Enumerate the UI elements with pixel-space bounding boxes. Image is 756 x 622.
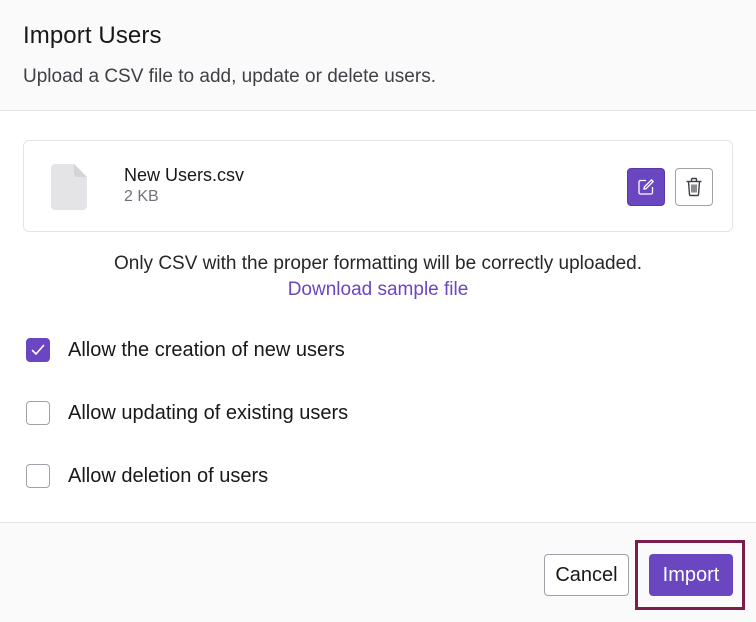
delete-file-button[interactable] <box>675 168 713 206</box>
edit-file-button[interactable] <box>627 168 665 206</box>
file-name: New Users.csv <box>124 165 245 185</box>
file-size: 2 KB <box>124 188 159 205</box>
download-sample-link[interactable]: Download sample file <box>0 279 756 301</box>
dialog-title: Import Users <box>23 22 162 49</box>
cancel-button[interactable]: Cancel <box>544 554 629 596</box>
checkmark-icon <box>31 344 45 355</box>
option-allow-deletion[interactable]: Allow deletion of users <box>26 463 268 489</box>
allow-deletion-checkbox[interactable] <box>26 464 50 488</box>
trash-icon <box>686 177 702 197</box>
edit-icon <box>638 179 654 195</box>
file-icon <box>51 164 87 210</box>
option-allow-updating[interactable]: Allow updating of existing users <box>26 400 348 426</box>
option-allow-creation[interactable]: Allow the creation of new users <box>26 337 345 363</box>
uploaded-file-card: New Users.csv 2 KB <box>23 140 733 232</box>
dialog-subtitle: Upload a CSV file to add, update or dele… <box>23 66 436 87</box>
dialog-header: Import Users Upload a CSV file to add, u… <box>0 0 756 111</box>
allow-creation-checkbox[interactable] <box>26 338 50 362</box>
dialog-footer: Cancel Import <box>0 522 756 622</box>
allow-deletion-label: Allow deletion of users <box>68 464 269 487</box>
allow-creation-label: Allow the creation of new users <box>68 338 345 361</box>
format-notice: Only CSV with the proper formatting will… <box>113 253 643 274</box>
import-button[interactable]: Import <box>649 554 733 596</box>
import-users-dialog: Import Users Upload a CSV file to add, u… <box>0 0 756 622</box>
allow-updating-label: Allow updating of existing users <box>68 401 349 424</box>
allow-updating-checkbox[interactable] <box>26 401 50 425</box>
